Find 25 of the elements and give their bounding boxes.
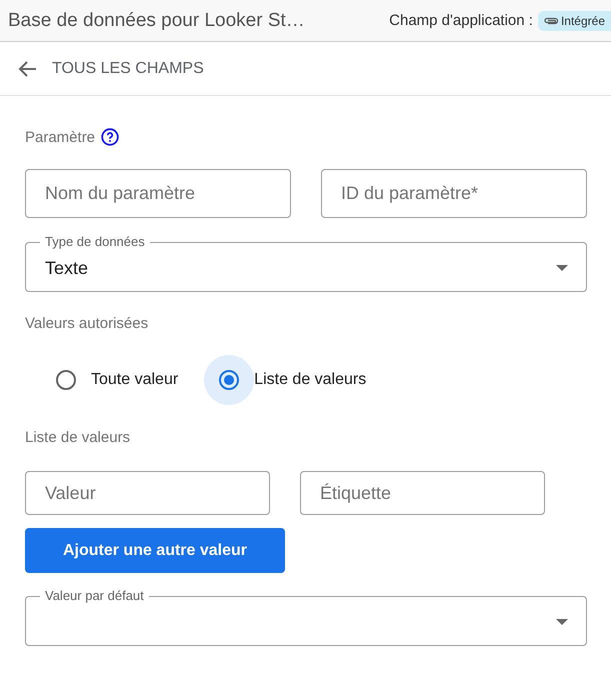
section-label: Liste de valeurs [25,428,130,446]
dropdown-caret-icon [556,619,568,625]
radio-label[interactable]: Liste de valeurs [254,371,366,389]
scope-label: Champ d'application : [389,12,533,29]
default-value-select[interactable]: Valeur par défaut [25,588,587,646]
radio-button[interactable] [56,370,76,390]
text-field[interactable]: ID du paramètre* [321,169,587,218]
paperclip-icon [544,16,558,24]
section-label: Valeurs autorisées [25,314,148,332]
text-field[interactable]: Valeur [25,471,270,515]
data-type-select[interactable]: Type de données Texte [25,234,587,292]
radio-label[interactable]: Toute valeur [91,371,178,389]
dropdown-caret-icon [556,265,568,271]
section-label: Paramètre [25,128,96,146]
add-value-button[interactable]: Ajouter une autre valeur [25,528,285,573]
radio-button[interactable] [219,370,240,390]
help-icon[interactable] [101,128,120,146]
back-link-label[interactable]: TOUS LES CHAMPS [52,60,204,78]
select-label: Valeur par défaut [44,588,145,604]
select-value: Texte [45,258,88,278]
text-field[interactable]: Étiquette [300,471,545,515]
scope-chip: Intégrée [538,10,611,30]
select-label: Type de données [44,234,146,250]
window-title: Base de données pour Looker St… [8,10,305,32]
text-field[interactable]: Nom du paramètre [25,169,291,218]
